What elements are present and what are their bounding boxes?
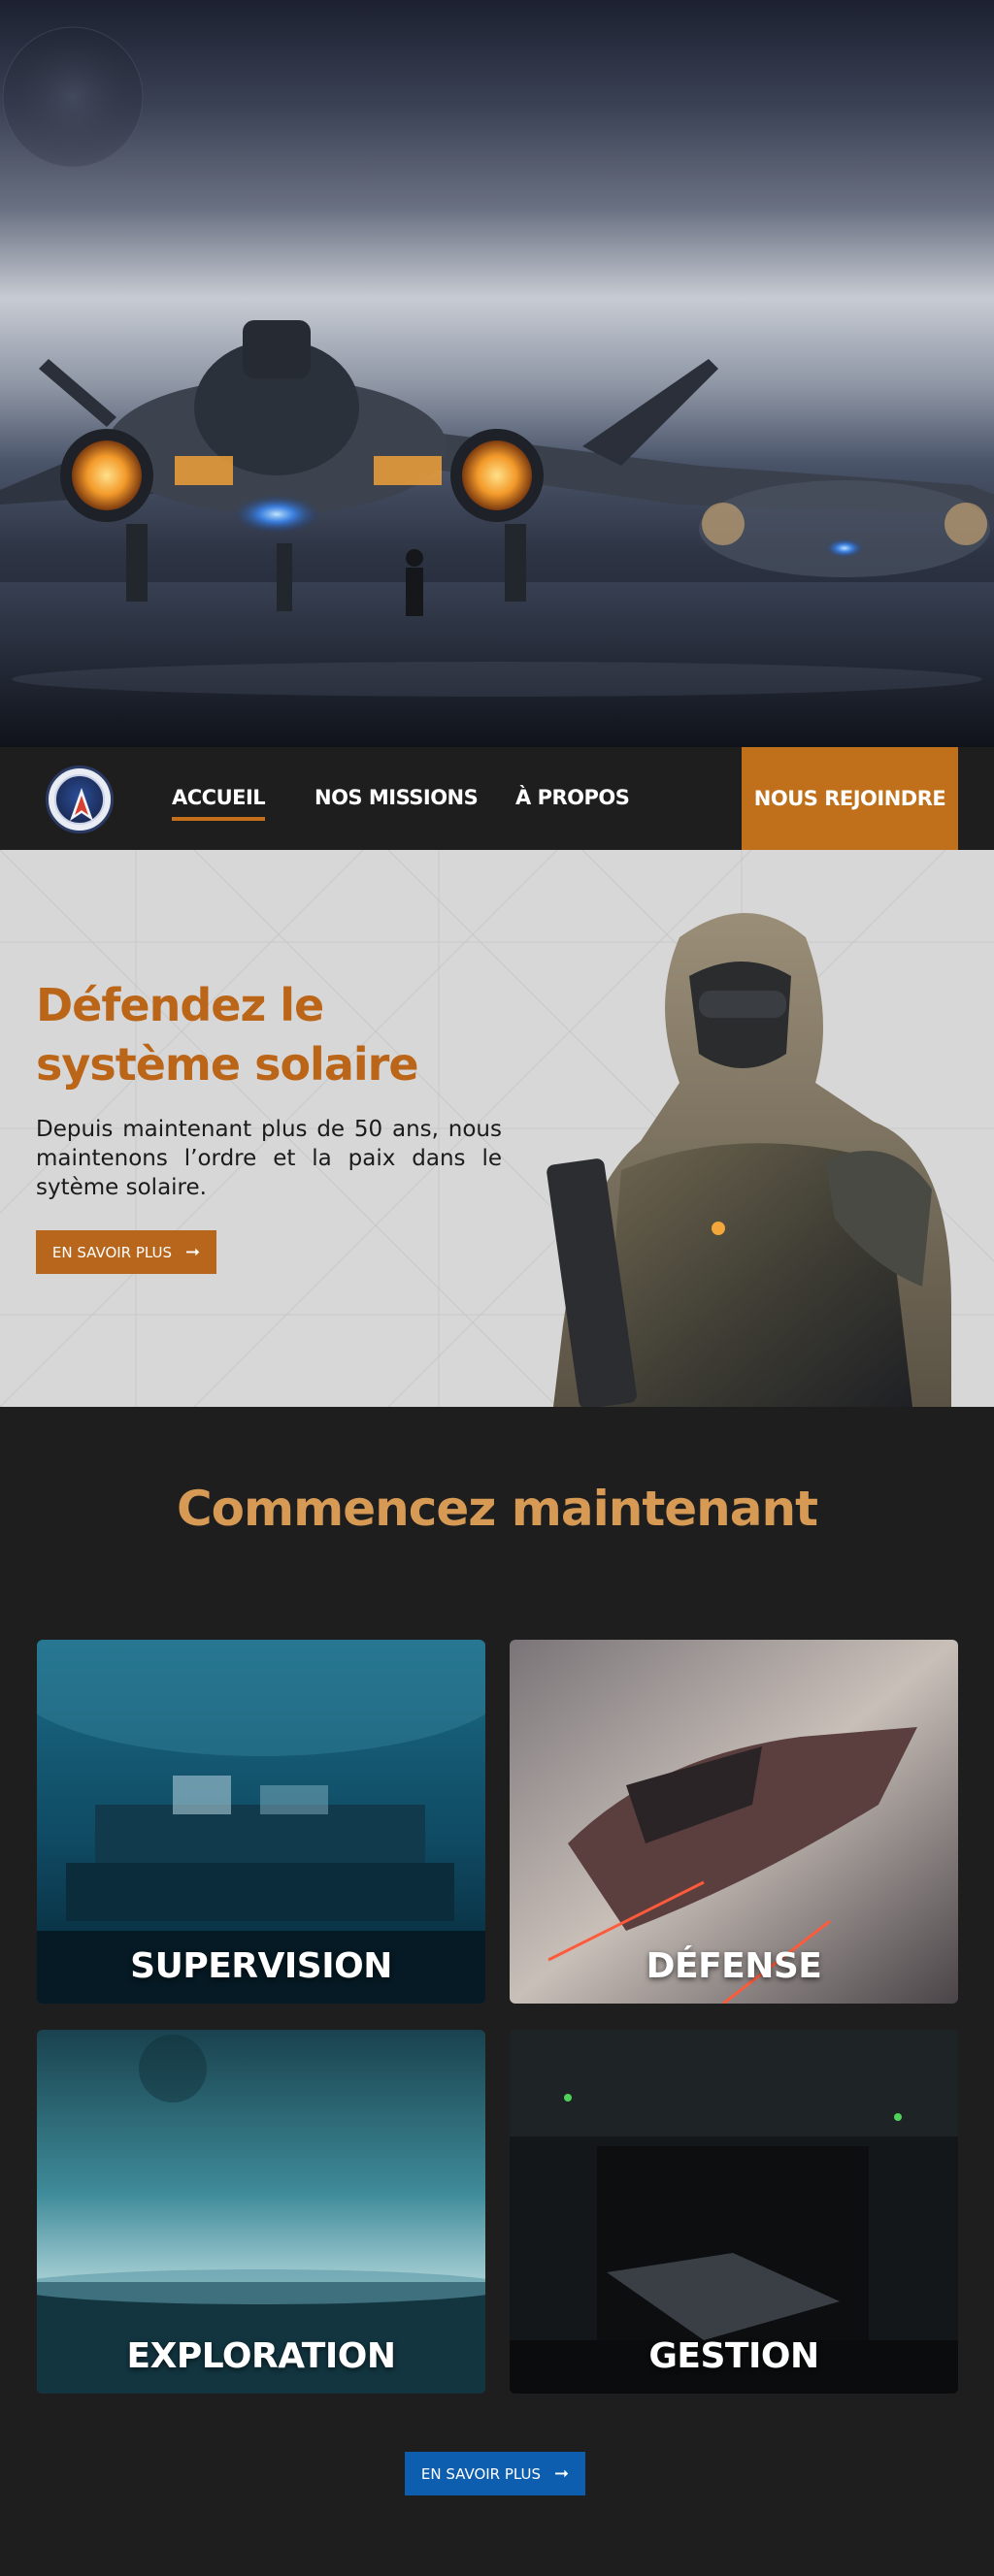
start-title: Commencez maintenant — [176, 1481, 818, 1537]
arrow-right-icon: ➞ — [185, 1242, 201, 1262]
learn-more-label: EN SAVOIR PLUS — [51, 1243, 173, 1261]
card-gestion[interactable]: GESTION — [510, 2030, 958, 2394]
card-label: EXPLORATION — [126, 2336, 396, 2376]
soldier-image — [547, 913, 951, 1407]
defend-section: Défendez le système solaire Depuis maint… — [0, 850, 994, 1407]
start-learn-more-button[interactable]: EN SAVOIR PLUS ➞ — [405, 2452, 585, 2495]
start-section: Commencez maintenant SUPERVISION DÉFENSE… — [0, 1407, 994, 2576]
defend-text: Depuis maintenant plus de 50 ans, nous m… — [36, 1117, 502, 1200]
card-label: DÉFENSE — [646, 1946, 822, 1986]
star-delta-icon — [70, 788, 93, 821]
join-button[interactable]: NOUS REJOINDRE — [742, 747, 958, 850]
start-learn-more-label: EN SAVOIR PLUS — [420, 2464, 542, 2483]
navbar: ACCUEIL NOS MISSIONS À PROPOS NOUS REJOI… — [0, 747, 994, 850]
hero-spaceship-image — [0, 26, 994, 747]
card-label: SUPERVISION — [130, 1946, 392, 1986]
nav-link-about[interactable]: À PROPOS — [515, 786, 630, 809]
card-supervision[interactable]: SUPERVISION — [37, 1640, 485, 2004]
hero-banner — [0, 0, 994, 747]
card-defense[interactable]: DÉFENSE — [510, 1640, 958, 2004]
card-exploration[interactable]: EXPLORATION — [37, 2030, 485, 2394]
nav-link-accueil[interactable]: ACCUEIL — [172, 786, 266, 821]
nav-link-missions[interactable]: NOS MISSIONS — [315, 786, 479, 809]
defend-title: Défendez le système solaire — [36, 979, 419, 1091]
arrow-right-icon: ➞ — [554, 2463, 570, 2484]
logo[interactable] — [46, 766, 114, 833]
learn-more-button[interactable]: EN SAVOIR PLUS ➞ — [36, 1230, 216, 1274]
card-label: GESTION — [648, 2336, 819, 2376]
